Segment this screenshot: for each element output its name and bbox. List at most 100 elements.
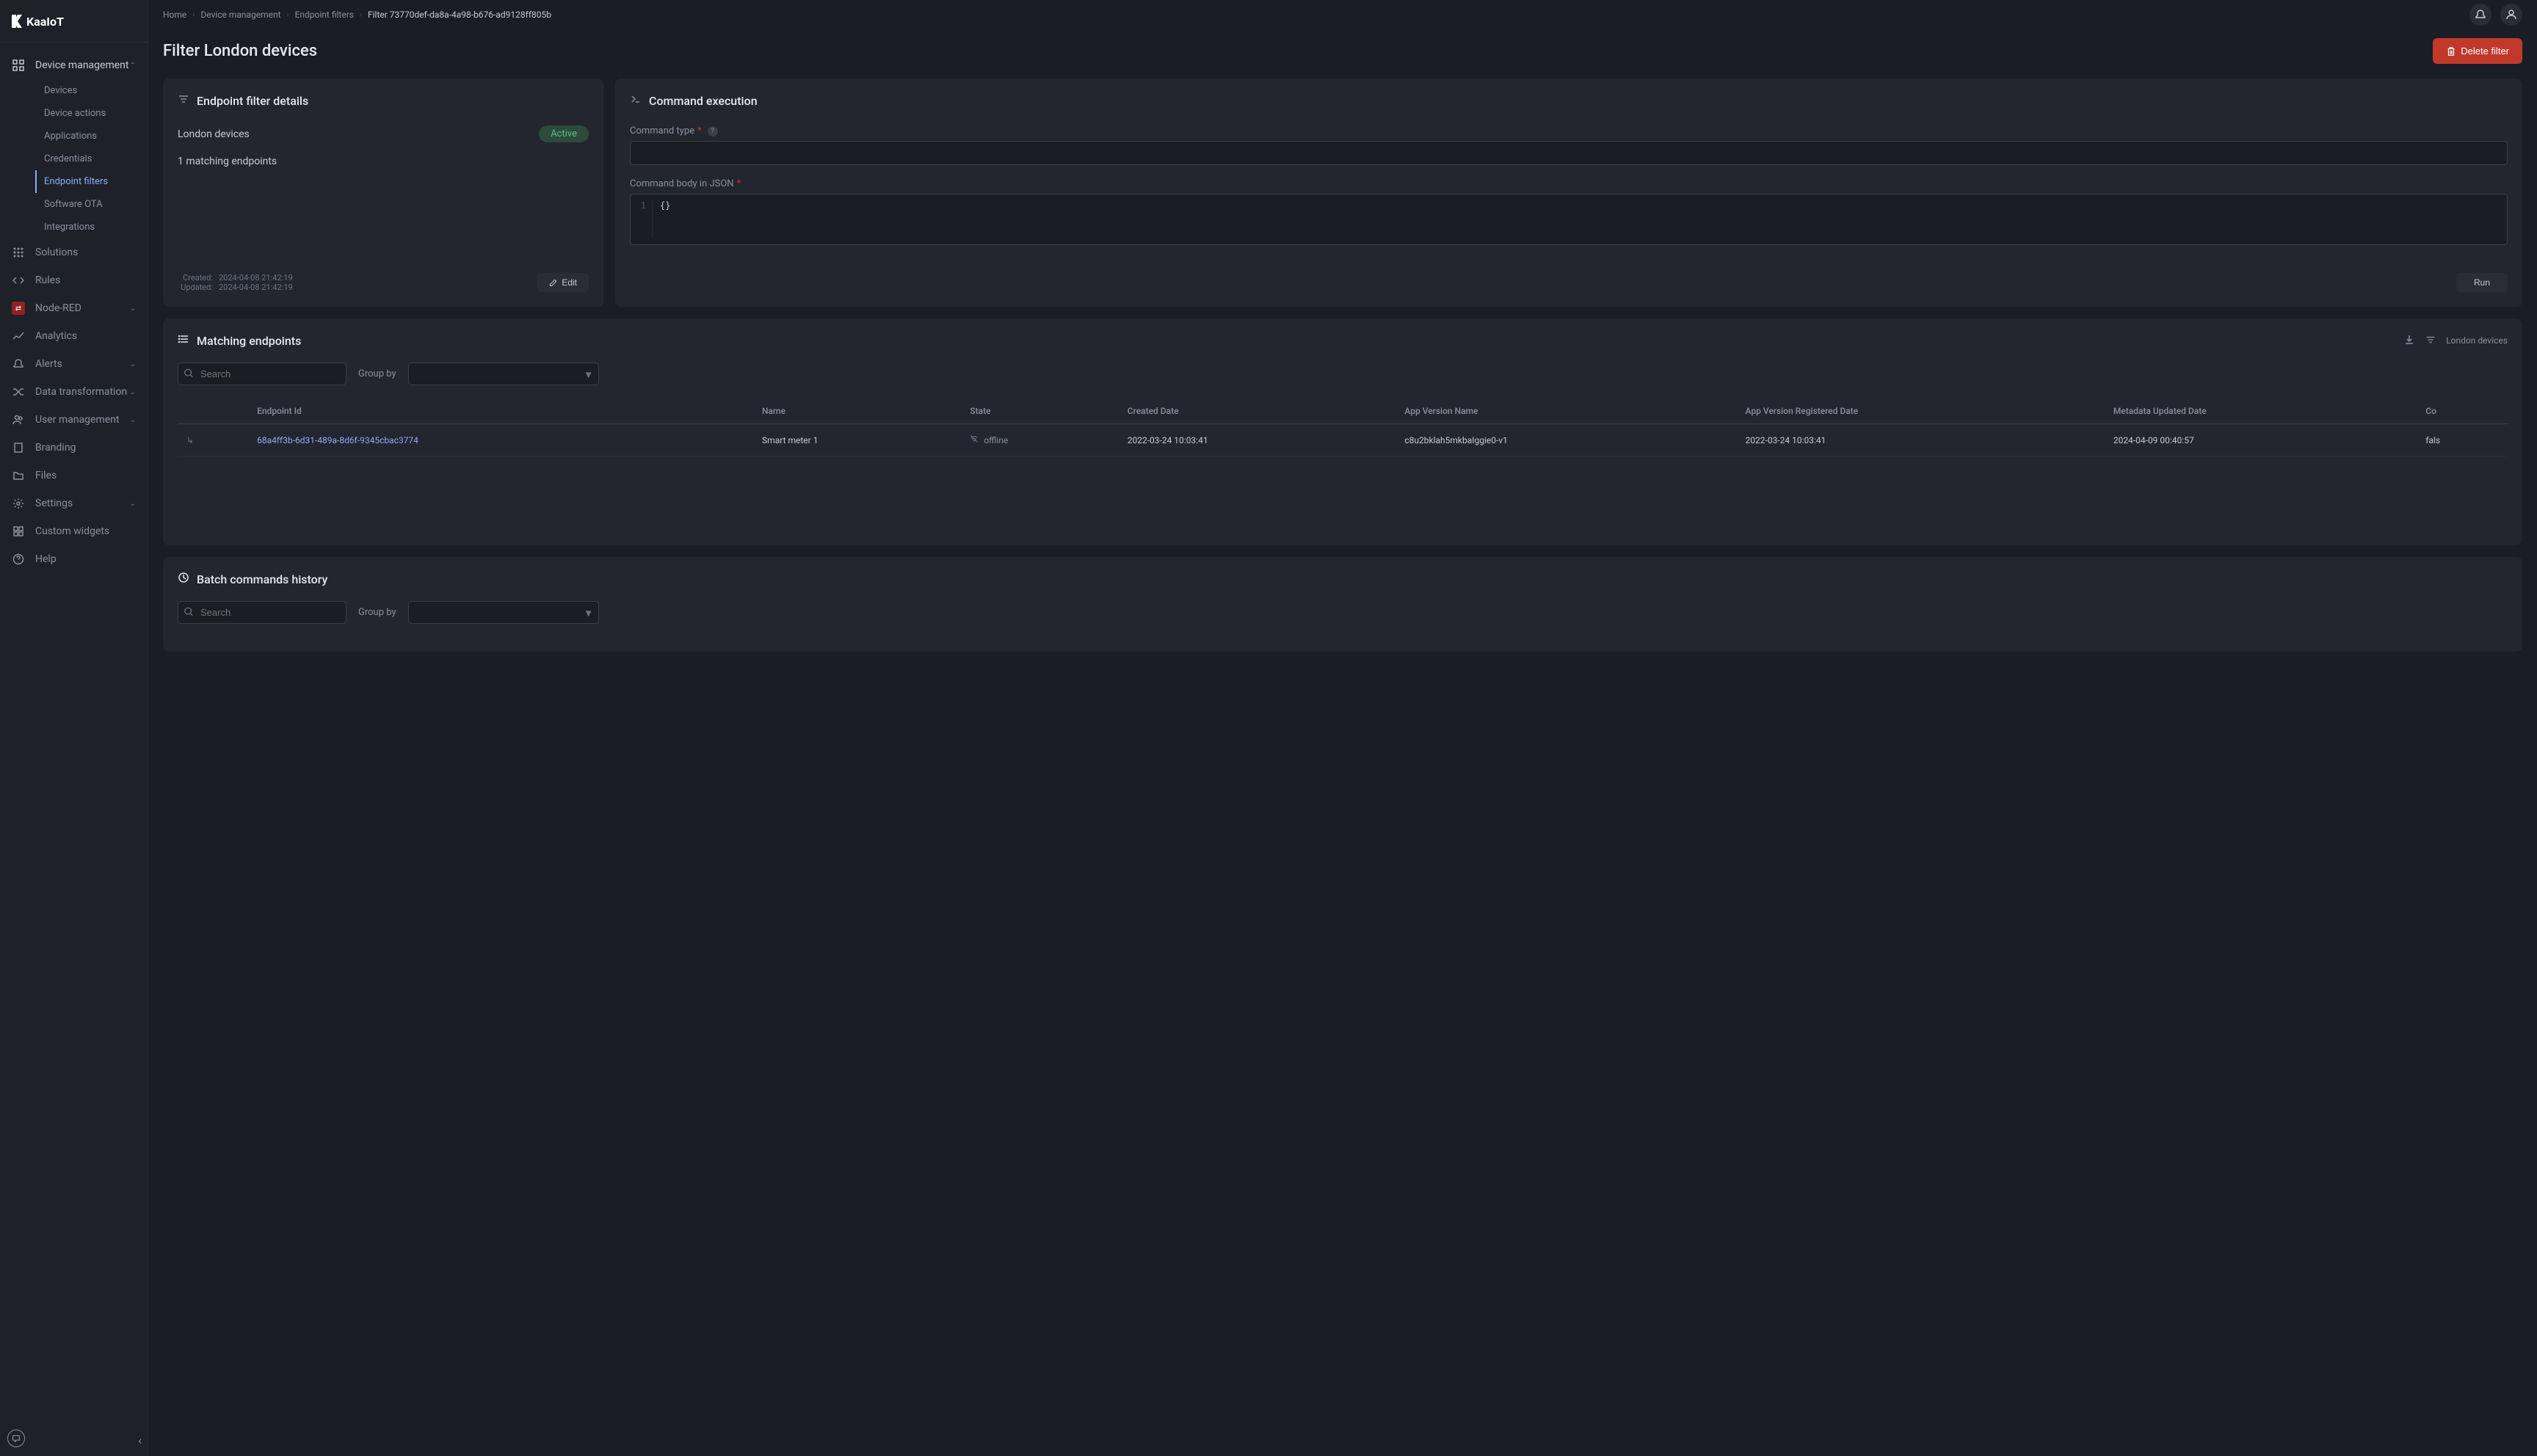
col-app-version-registered[interactable]: App Version Registered Date [1737, 398, 2105, 424]
logo[interactable]: KaaIoT [0, 0, 148, 43]
col-created[interactable]: Created Date [1119, 398, 1396, 424]
status-badge: Active [539, 125, 589, 142]
endpoints-groupby-select[interactable] [408, 363, 599, 385]
nav-label: Settings [35, 498, 73, 509]
batch-commands-history-section: Batch commands history Group by [163, 557, 2522, 652]
groupby-label: Group by [358, 607, 396, 618]
folder-icon [12, 469, 25, 482]
sidebar-item-data-transformation[interactable]: Data transformation ⌄ [0, 378, 148, 406]
bell-icon [12, 357, 25, 371]
expand-row-button[interactable]: ↳ [186, 435, 194, 445]
breadcrumb-home[interactable]: Home [163, 10, 186, 20]
cell-state: offline [961, 424, 1118, 456]
panel-title-text: Endpoint filter details [197, 94, 308, 108]
col-app-version-name[interactable]: App Version Name [1395, 398, 1736, 424]
sidebar-item-branding[interactable]: Branding [0, 434, 148, 462]
updated-value: 2024-04-08 21:42:19 [219, 283, 293, 292]
table-row[interactable]: ↳ 68a4ff3b-6d31-489a-8d6f-9345cbac3774 S… [178, 424, 2508, 456]
list-icon [178, 333, 189, 348]
breadcrumb-endpoint-filters[interactable]: Endpoint filters [295, 10, 354, 20]
command-type-input[interactable] [630, 141, 2508, 165]
sidebar-item-device-management[interactable]: Device management ⌃ [0, 51, 148, 79]
nav-label: Branding [35, 442, 76, 454]
nav-label: Device management [35, 59, 128, 71]
endpoints-search [178, 363, 346, 385]
filter-name-display: London devices [2446, 335, 2508, 346]
kaaiot-logo-icon: KaaIoT [12, 12, 100, 31]
cell-app-version-name: c8u2bklah5mkbaIggie0-v1 [1395, 424, 1736, 456]
sidebar-item-device-actions[interactable]: Device actions [35, 102, 148, 125]
col-name[interactable]: Name [753, 398, 961, 424]
cell-co: fals [2417, 424, 2508, 456]
sidebar-item-devices[interactable]: Devices [35, 79, 148, 102]
col-endpoint-id[interactable]: Endpoint Id [248, 398, 753, 424]
sidebar-item-solutions[interactable]: Solutions [0, 239, 148, 266]
cell-name: Smart meter 1 [753, 424, 961, 456]
sidebar-item-user-management[interactable]: User management ⌄ [0, 406, 148, 434]
col-co[interactable]: Co [2417, 398, 2508, 424]
endpoints-search-input[interactable] [178, 363, 346, 385]
nav-label: Alerts [35, 358, 62, 370]
sidebar-item-analytics[interactable]: Analytics [0, 322, 148, 350]
sidebar-item-custom-widgets[interactable]: Custom widgets [0, 517, 148, 545]
command-body-editor[interactable]: 1 {} [630, 194, 2508, 245]
history-search-input[interactable] [178, 601, 346, 624]
sidebar-item-settings[interactable]: Settings ⌄ [0, 489, 148, 517]
run-button[interactable]: Run [2456, 273, 2508, 292]
filter-icon [2425, 335, 2436, 345]
apps-icon [12, 246, 25, 259]
cell-endpoint-id[interactable]: 68a4ff3b-6d31-489a-8d6f-9345cbac3774 [248, 424, 753, 456]
command-body-label: Command body in JSON* [630, 178, 2508, 189]
chevron-down-icon: ⌄ [130, 360, 136, 368]
edit-label: Edit [562, 277, 577, 288]
nav-label: Analytics [35, 330, 77, 342]
notifications-button[interactable] [2469, 4, 2491, 26]
sidebar-item-node-red[interactable]: ⇄ Node-RED ⌄ [0, 294, 148, 322]
page-header: Filter London devices Delete filter [148, 29, 2537, 79]
collapse-sidebar-button[interactable]: ‹ [138, 1433, 142, 1447]
shuffle-icon [12, 385, 25, 398]
sidebar: KaaIoT Device management ⌃ Devices Devic… [0, 0, 148, 1456]
download-button[interactable] [2403, 334, 2415, 348]
breadcrumb-device-management[interactable]: Device management [200, 10, 280, 20]
endpoint-filter-details-panel: Endpoint filter details London devices A… [163, 79, 603, 307]
col-metadata-updated[interactable]: Metadata Updated Date [2105, 398, 2417, 424]
nav-label: Help [35, 553, 57, 565]
main: Home › Device management › Endpoint filt… [148, 0, 2537, 1456]
topbar: Home › Device management › Endpoint filt… [148, 0, 2537, 29]
history-groupby-select[interactable] [408, 601, 599, 624]
col-state[interactable]: State [961, 398, 1118, 424]
chevron-down-icon: ⌄ [130, 305, 136, 313]
help-icon[interactable]: ? [708, 126, 718, 136]
chart-icon [12, 330, 25, 343]
nav-label: Node-RED [35, 302, 81, 314]
sidebar-nav: Device management ⌃ Devices Device actio… [0, 43, 148, 1456]
trash-icon [2446, 46, 2456, 57]
cell-created: 2022-03-24 10:03:41 [1119, 424, 1396, 456]
endpoints-table: Endpoint Id Name State Created Date App … [178, 398, 2508, 456]
edit-button[interactable]: Edit [537, 273, 589, 292]
sidebar-item-help[interactable]: Help [0, 545, 148, 573]
sidebar-item-endpoint-filters[interactable]: Endpoint filters [35, 170, 148, 193]
sidebar-item-software-ota[interactable]: Software OTA [35, 193, 148, 216]
matching-endpoints-section: Matching endpoints London devices [163, 318, 2522, 545]
sidebar-item-integrations[interactable]: Integrations [35, 216, 148, 239]
delete-filter-button[interactable]: Delete filter [2433, 38, 2522, 64]
history-search [178, 601, 346, 624]
sidebar-item-applications[interactable]: Applications [35, 125, 148, 148]
user-menu-button[interactable] [2500, 4, 2522, 26]
chat-icon[interactable] [7, 1430, 25, 1447]
created-value: 2024-04-08 21:42:19 [219, 273, 293, 283]
code-icon [12, 274, 25, 287]
chevron-right-icon: › [360, 11, 362, 19]
sidebar-item-rules[interactable]: Rules [0, 266, 148, 294]
filter-display-button[interactable] [2425, 335, 2436, 347]
nav-label: User management [35, 414, 119, 426]
nav-label: Rules [35, 274, 60, 286]
gear-icon [12, 497, 25, 510]
svg-text:KaaIoT: KaaIoT [26, 15, 64, 29]
sidebar-item-alerts[interactable]: Alerts ⌄ [0, 350, 148, 378]
sidebar-item-credentials[interactable]: Credentials [35, 148, 148, 170]
sidebar-item-files[interactable]: Files [0, 462, 148, 489]
building-icon [12, 441, 25, 454]
